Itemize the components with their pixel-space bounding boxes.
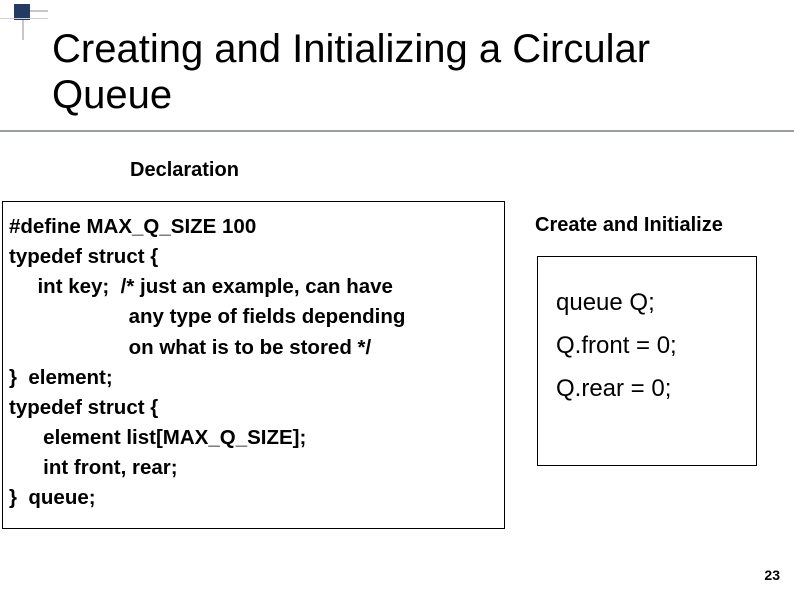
decl-line-4: any type of fields depending xyxy=(9,302,498,332)
slide-title: Creating and Initializing a Circular Que… xyxy=(52,26,752,118)
declaration-code-box: #define MAX_Q_SIZE 100 typedef struct { … xyxy=(2,201,505,529)
decor-line-h1 xyxy=(30,10,48,12)
init-line-1: queue Q; xyxy=(556,281,744,324)
decl-line-1: #define MAX_Q_SIZE 100 xyxy=(9,212,498,242)
init-line-3: Q.rear = 0; xyxy=(556,367,744,410)
decor-line-h2 xyxy=(0,18,48,19)
title-underline xyxy=(0,130,794,132)
decl-line-2: typedef struct { xyxy=(9,242,498,272)
init-line-2: Q.front = 0; xyxy=(556,324,744,367)
decl-line-10: } queue; xyxy=(9,483,498,513)
decl-line-3: int key; /* just an example, can have xyxy=(9,272,498,302)
decl-line-9: int front, rear; xyxy=(9,453,498,483)
subtitle-create-initialize: Create and Initialize xyxy=(535,214,723,237)
decl-line-8: element list[MAX_Q_SIZE]; xyxy=(9,423,498,453)
decor-line-v xyxy=(22,20,24,40)
page-number: 23 xyxy=(764,567,780,583)
slide-root: Creating and Initializing a Circular Que… xyxy=(0,0,794,595)
subtitle-declaration: Declaration xyxy=(130,159,239,182)
decl-line-5: on what is to be stored */ xyxy=(9,333,498,363)
decl-line-7: typedef struct { xyxy=(9,393,498,423)
initialize-code-box: queue Q; Q.front = 0; Q.rear = 0; xyxy=(537,256,757,466)
decl-line-6: } element; xyxy=(9,363,498,393)
